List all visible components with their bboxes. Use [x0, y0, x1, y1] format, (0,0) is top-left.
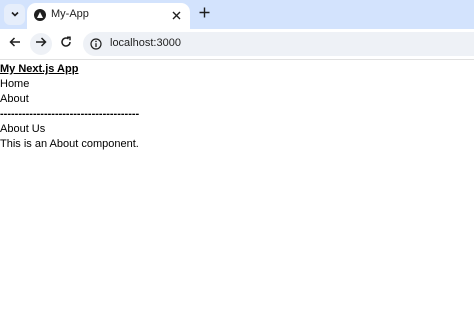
- chevron-down-icon: [10, 6, 20, 24]
- new-tab-button[interactable]: [196, 6, 212, 22]
- close-icon[interactable]: [168, 7, 184, 23]
- tab-strip: My-App: [0, 0, 474, 29]
- url-text: localhost:3000: [110, 37, 181, 49]
- reload-icon: [60, 35, 72, 53]
- toolbar-divider: [0, 59, 474, 60]
- page-heading: About Us: [0, 123, 46, 135]
- site-brand-link[interactable]: My Next.js App: [0, 62, 474, 77]
- browser-toolbar: localhost:3000: [0, 29, 474, 59]
- tab-my-app[interactable]: My-App: [27, 3, 190, 29]
- tab-search-button[interactable]: [4, 4, 25, 25]
- page-content: My Next.js App Home About --------------…: [0, 62, 474, 152]
- forward-button[interactable]: [30, 33, 52, 55]
- back-button[interactable]: [4, 33, 26, 55]
- nav-link-about[interactable]: About: [0, 92, 474, 107]
- arrow-left-icon: [9, 35, 21, 53]
- arrow-right-icon: [35, 35, 47, 53]
- address-bar[interactable]: localhost:3000: [83, 32, 474, 56]
- dashed-divider: --------------------------------------: [0, 108, 140, 120]
- plus-icon: [199, 5, 210, 23]
- nav-link-home[interactable]: Home: [0, 77, 474, 92]
- nextjs-triangle-icon: [34, 9, 46, 21]
- tab-title: My-App: [51, 8, 89, 20]
- reload-button[interactable]: [55, 33, 77, 55]
- page-body-text: This is an About component.: [0, 138, 139, 150]
- info-icon[interactable]: [88, 36, 104, 52]
